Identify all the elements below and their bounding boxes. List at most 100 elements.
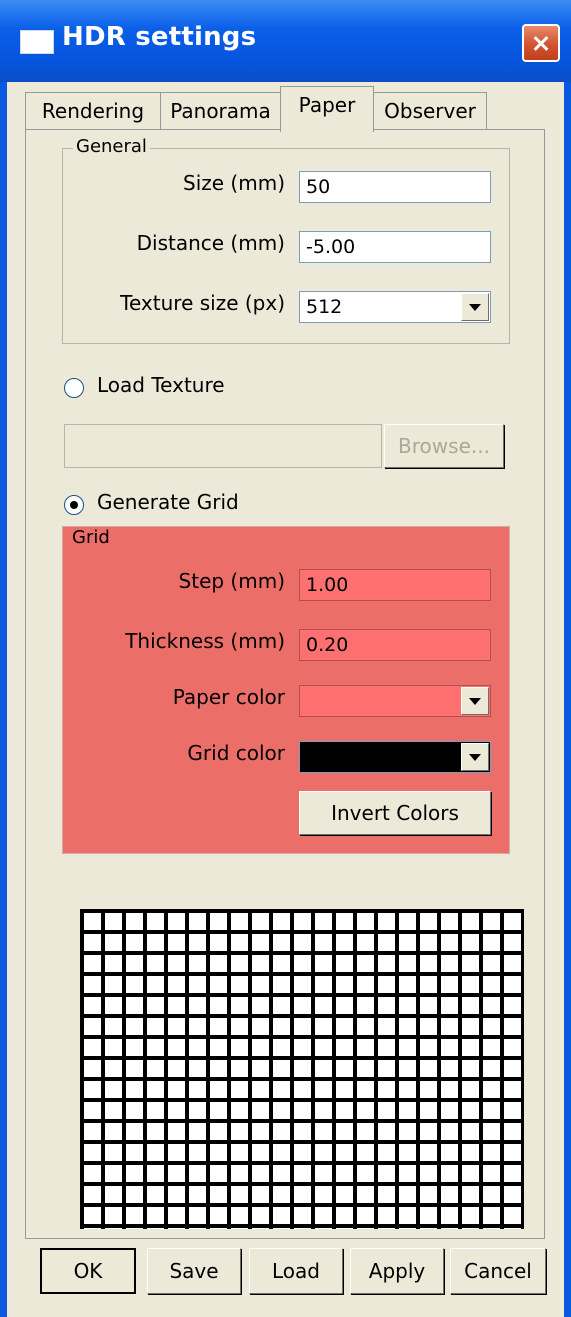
invert-colors-button[interactable]: Invert Colors [299, 791, 491, 835]
cancel-button[interactable]: Cancel [450, 1248, 546, 1294]
grid-cell [189, 1081, 206, 1098]
grid-cell [504, 1039, 521, 1056]
grid-cell [378, 1123, 395, 1140]
grid-cell [441, 1228, 458, 1229]
grid-cell [294, 913, 311, 930]
grid-cell [378, 1018, 395, 1035]
grid-cell [126, 1060, 143, 1077]
grid-cell [126, 1207, 143, 1224]
grid-cell [504, 955, 521, 972]
grid-cell [378, 1081, 395, 1098]
load-texture-label[interactable]: Load Texture [97, 373, 225, 397]
grid-cell [210, 1060, 227, 1077]
grid-cell [483, 1207, 500, 1224]
grid-cell [147, 955, 164, 972]
grid-cell [420, 1039, 437, 1056]
grid-groupbox: Grid Step (mm) 1.00 Thickness (mm) 0.20 … [62, 526, 510, 854]
tab-observer[interactable]: Observer [373, 92, 487, 130]
generate-grid-radio[interactable] [64, 495, 84, 515]
grid-cell [420, 976, 437, 993]
grid-cell [126, 913, 143, 930]
chevron-down-icon[interactable] [461, 743, 489, 771]
grid-cell [231, 1039, 248, 1056]
grid-cell [399, 955, 416, 972]
grid-cell [252, 1165, 269, 1182]
grid-cell [105, 934, 122, 951]
browse-button[interactable]: Browse... [384, 424, 504, 468]
grid-cell [231, 955, 248, 972]
grid-cell [399, 934, 416, 951]
grid-cell [378, 976, 395, 993]
grid-cell [462, 1207, 479, 1224]
grid-cell [441, 955, 458, 972]
ok-button[interactable]: OK [40, 1248, 136, 1294]
grid-cell [105, 1102, 122, 1119]
grid-cell [483, 1060, 500, 1077]
grid-cell [462, 1228, 479, 1229]
title-bar[interactable]: HDR settings [0, 0, 571, 82]
grid-cell [357, 976, 374, 993]
grid-cell [168, 1060, 185, 1077]
paper-tab-page: General Size (mm) 50 Distance (mm) -5.00… [25, 129, 545, 1239]
grid-cell [147, 1081, 164, 1098]
grid-cell [441, 1186, 458, 1203]
grid-cell [273, 1186, 290, 1203]
grid-cell [399, 1102, 416, 1119]
grid-cell [483, 1102, 500, 1119]
grid-cell [105, 1039, 122, 1056]
grid-cell [189, 1060, 206, 1077]
grid-cell [399, 1123, 416, 1140]
size-label: Size (mm) [183, 171, 285, 195]
grid-cell [504, 997, 521, 1014]
grid-cell [357, 934, 374, 951]
chevron-down-icon[interactable] [461, 293, 489, 321]
tab-panorama[interactable]: Panorama [160, 92, 281, 130]
save-button[interactable]: Save [147, 1248, 241, 1294]
load-texture-radio[interactable] [64, 378, 84, 398]
grid-cell [84, 1228, 101, 1229]
paper-color-label: Paper color [172, 685, 285, 709]
generate-grid-label[interactable]: Generate Grid [97, 490, 239, 514]
grid-cell [231, 1060, 248, 1077]
grid-cell [168, 1018, 185, 1035]
grid-cell [210, 1186, 227, 1203]
grid-cell [273, 934, 290, 951]
grid-cell [462, 1123, 479, 1140]
step-input[interactable]: 1.00 [299, 569, 491, 601]
grid-cell [252, 997, 269, 1014]
texture-path-input[interactable] [64, 424, 382, 468]
grid-cell [105, 997, 122, 1014]
thickness-input[interactable]: 0.20 [299, 629, 491, 661]
grid-cell [84, 913, 101, 930]
grid-cell [126, 1081, 143, 1098]
grid-cell [399, 1060, 416, 1077]
tab-paper[interactable]: Paper [280, 86, 374, 132]
grid-cell [462, 1165, 479, 1182]
apply-button[interactable]: Apply [350, 1248, 444, 1294]
close-icon[interactable] [522, 24, 560, 62]
grid-cell [252, 955, 269, 972]
tab-rendering[interactable]: Rendering [25, 92, 161, 130]
paper-color-select[interactable] [299, 685, 491, 717]
grid-cell [105, 1018, 122, 1035]
grid-cell [252, 934, 269, 951]
grid-cell [315, 1039, 332, 1056]
load-button[interactable]: Load [249, 1248, 343, 1294]
grid-cell [420, 1081, 437, 1098]
size-input[interactable]: 50 [299, 171, 491, 203]
grid-cell [252, 1228, 269, 1229]
grid-cell [336, 1144, 353, 1161]
grid-cell [210, 997, 227, 1014]
grid-cell [336, 1018, 353, 1035]
grid-cell [504, 1144, 521, 1161]
grid-cell [441, 1081, 458, 1098]
grid-color-select[interactable] [299, 741, 491, 773]
grid-cell [126, 1102, 143, 1119]
grid-cell [189, 1228, 206, 1229]
texture-size-select[interactable]: 512 [299, 291, 491, 323]
distance-input[interactable]: -5.00 [299, 231, 491, 263]
chevron-down-icon[interactable] [461, 687, 489, 715]
grid-cell [189, 1102, 206, 1119]
grid-cell [378, 1039, 395, 1056]
grid-cell [252, 1060, 269, 1077]
